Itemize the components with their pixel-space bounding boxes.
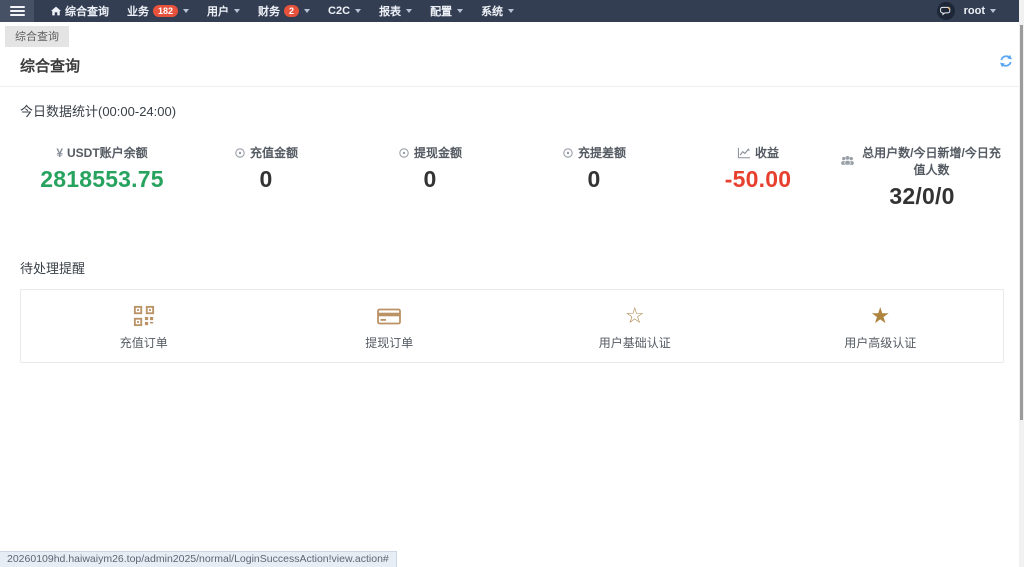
alerts-section-title: 待处理提醒 — [20, 258, 1004, 277]
stat-user-counts: 总用户数/今日新增/今日充值人数 32/0/0 — [840, 144, 1004, 210]
chat-bubble-icon — [940, 6, 951, 16]
qrcode-icon — [21, 303, 267, 329]
finance-count-badge: 2 — [284, 5, 299, 18]
tab-comprehensive-query[interactable]: 综合查询 — [5, 26, 69, 47]
caret-down-icon — [234, 9, 240, 13]
stat-value: -50.00 — [676, 166, 840, 193]
yen-icon: ¥ — [56, 146, 63, 160]
chat-button[interactable] — [937, 2, 955, 20]
users-icon — [840, 155, 855, 167]
refresh-button[interactable] — [999, 54, 1013, 68]
main-menu: 综合查询 业务 182 用户 财务 2 C2C 报表 配置 系统 — [42, 0, 523, 22]
business-count-badge: 182 — [153, 5, 178, 18]
nav-item-business[interactable]: 业务 182 — [118, 0, 198, 22]
nav-item-system[interactable]: 系统 — [472, 0, 523, 22]
caret-down-icon — [508, 9, 514, 13]
nav-item-label: 财务 — [258, 3, 280, 19]
caret-down-icon — [457, 9, 463, 13]
stat-usdt-balance: ¥ USDT账户余额 2818553.75 — [20, 144, 184, 210]
stat-value: 32/0/0 — [840, 183, 1004, 210]
link-preview-statusbar: 20260109hd.haiwaiym26.top/admin2025/norm… — [0, 551, 397, 567]
stats-section-title: 今日数据统计(00:00-24:00) — [20, 101, 1004, 120]
nav-item-label: 用户 — [207, 3, 229, 19]
tab-bar: 综合查询 — [0, 22, 1024, 47]
trend-chart-icon — [737, 147, 751, 159]
home-icon — [51, 6, 61, 16]
stat-value: 0 — [184, 166, 348, 193]
nav-item-label: 业务 — [127, 3, 149, 19]
nav-item-label: 报表 — [379, 3, 401, 19]
caret-down-icon — [406, 9, 412, 13]
circle-dot-icon — [398, 147, 410, 159]
nav-item-label: 综合查询 — [65, 3, 109, 19]
page-title: 综合查询 — [20, 55, 1004, 76]
top-navbar: 综合查询 业务 182 用户 财务 2 C2C 报表 配置 系统 — [0, 0, 1024, 22]
star-filled-icon: ★ — [758, 303, 1004, 329]
stat-withdraw-amount: 提现金额 0 — [348, 144, 512, 210]
stat-value: 0 — [348, 166, 512, 193]
refresh-icon — [999, 54, 1013, 68]
credit-card-icon — [267, 303, 513, 329]
stats-row: ¥ USDT账户余额 2818553.75 充值金额 0 提现金额 0 — [20, 144, 1004, 210]
nav-item-label: 配置 — [430, 3, 452, 19]
nav-item-finance[interactable]: 财务 2 — [249, 0, 319, 22]
page-header: 综合查询 — [0, 47, 1024, 87]
user-menu[interactable]: root — [964, 5, 996, 17]
caret-down-icon — [355, 9, 361, 13]
nav-item-users[interactable]: 用户 — [198, 0, 249, 22]
caret-down-icon — [304, 9, 310, 13]
alerts-card: 充值订单 提现订单 ☆ 用户基础认证 ★ 用户高级认证 — [20, 289, 1004, 363]
nav-item-label: C2C — [328, 5, 350, 17]
alert-basic-verification[interactable]: ☆ 用户基础认证 — [512, 303, 758, 351]
stat-deposit-withdraw-diff: 充提差额 0 — [512, 144, 676, 210]
stat-value: 0 — [512, 166, 676, 193]
pending-alerts-section: 待处理提醒 — [0, 244, 1024, 363]
nav-item-dashboard[interactable]: 综合查询 — [42, 0, 118, 22]
star-outline-icon: ☆ — [512, 303, 758, 329]
circle-dot-icon — [562, 147, 574, 159]
stat-deposit-amount: 充值金额 0 — [184, 144, 348, 210]
alert-advanced-verification[interactable]: ★ 用户高级认证 — [758, 303, 1004, 351]
caret-down-icon — [183, 9, 189, 13]
alert-deposit-orders[interactable]: 充值订单 — [21, 303, 267, 351]
username: root — [964, 5, 985, 17]
alert-withdraw-orders[interactable]: 提现订单 — [267, 303, 513, 351]
stat-profit: 收益 -50.00 — [676, 144, 840, 210]
page-scrollbar[interactable] — [1019, 0, 1024, 567]
stat-value: 2818553.75 — [20, 166, 184, 193]
hamburger-menu-icon[interactable] — [0, 0, 34, 22]
navbar-right: root — [937, 0, 1024, 22]
nav-item-config[interactable]: 配置 — [421, 0, 472, 22]
scrollbar-thumb[interactable] — [1020, 25, 1023, 420]
caret-down-icon — [990, 9, 996, 13]
circle-dot-icon — [234, 147, 246, 159]
nav-item-c2c[interactable]: C2C — [319, 0, 370, 22]
nav-item-label: 系统 — [481, 3, 503, 19]
nav-item-reports[interactable]: 报表 — [370, 0, 421, 22]
today-stats-section: 今日数据统计(00:00-24:00) ¥ USDT账户余额 2818553.7… — [0, 87, 1024, 210]
